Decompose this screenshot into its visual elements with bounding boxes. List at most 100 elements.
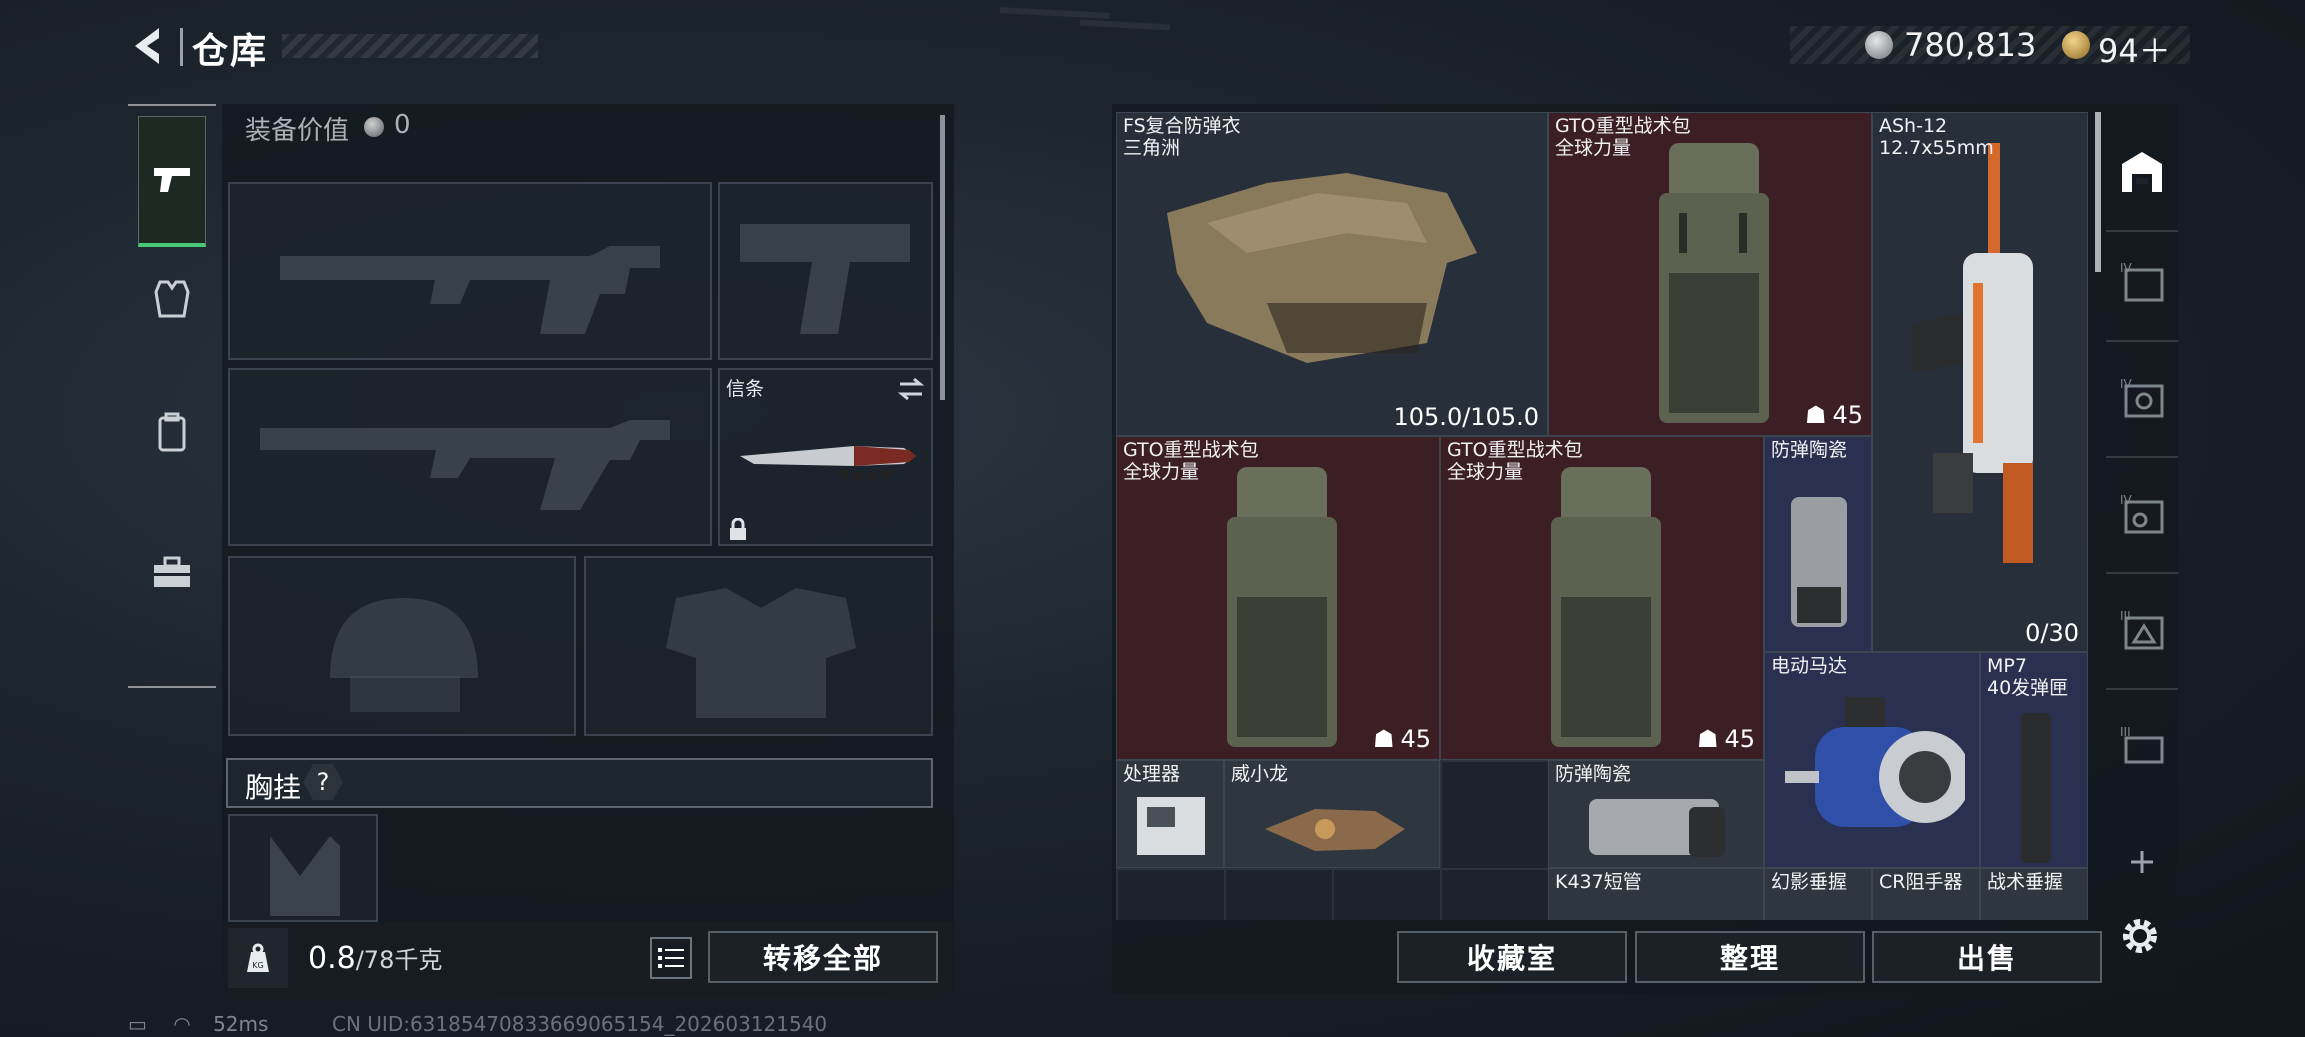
magazine-icon [2021, 713, 2051, 863]
category-armor[interactable] [128, 232, 216, 364]
stash-tab-iv-2[interactable]: IV [2114, 370, 2170, 426]
category-case[interactable] [128, 506, 216, 638]
loadout-scrollbar[interactable] [940, 115, 945, 400]
stash-tab-iii-1[interactable]: III [2114, 602, 2170, 658]
chest-rig-silhouette-icon [270, 836, 340, 916]
equip-value: 0 [394, 110, 411, 140]
stash-item-armor[interactable]: FS复合防弹衣 三角洲 105.0/105.0 [1116, 112, 1548, 436]
stash-item-electric-motor[interactable]: 电动马达 [1764, 652, 1980, 868]
stash-item-backpack[interactable]: GTO重型战术包 全球力量 ☗ 45 [1548, 112, 1872, 436]
storage-box-icon: IV [2120, 261, 2164, 302]
tab-divider [2106, 688, 2178, 690]
token-amount[interactable]: 94＋ [2098, 26, 2171, 72]
lock-icon [730, 518, 746, 540]
chest-rig-slot[interactable] [228, 814, 378, 922]
warehouse-icon [2122, 152, 2162, 192]
item-name: ASh-12 12.7x55mm [1879, 115, 1994, 159]
stash-scrollbar[interactable] [2095, 112, 2101, 272]
backpack-icon [1659, 143, 1769, 423]
category-weapons[interactable] [138, 116, 206, 247]
storage-box-icon: IV [2120, 377, 2164, 418]
helmet-badge-icon: ☗ [1804, 401, 1827, 429]
item-capacity: ☗ 45 [1804, 401, 1863, 429]
collection-room-button[interactable]: 收藏室 [1397, 931, 1627, 983]
transfer-all-button[interactable]: 转移全部 [708, 931, 938, 983]
stash-tab-iii-2[interactable]: III [2114, 718, 2170, 774]
item-name: GTO重型战术包 全球力量 [1555, 115, 1691, 159]
storage-box-icon: III [2120, 609, 2164, 650]
ping-value: 52ms [213, 1012, 269, 1036]
list-icon [658, 948, 684, 968]
stash-item-processor[interactable]: 处理器 [1116, 760, 1224, 868]
helmet-badge-icon: ☗ [1372, 725, 1395, 753]
title-divider [180, 28, 183, 66]
weight-value: 0.8 [308, 941, 356, 976]
stash-tab-iv-3[interactable]: IV [2114, 486, 2170, 542]
list-view-button[interactable] [650, 937, 692, 979]
svg-text:III: III [2120, 609, 2131, 623]
armor-silhouette-icon [666, 588, 856, 718]
tab-divider [2106, 572, 2178, 574]
stash-item-grip[interactable]: 战术垂握 [1980, 868, 2088, 920]
electric-motor-icon [1785, 697, 1965, 827]
stash-item-muzzle[interactable]: CR阻手器 [1872, 868, 1980, 920]
stash-item-ceramic-plate[interactable]: 防弹陶瓷 [1548, 760, 1764, 868]
weight-capacity: /78千克 [355, 946, 443, 974]
equip-value-label: 装备价值 [245, 116, 350, 146]
stash-grid: FS复合防弹衣 三角洲 105.0/105.0 GTO重型战术包 全球力量 ☗ 4… [1116, 112, 2088, 920]
item-name: 威小龙 [1231, 763, 1289, 785]
svg-text:IV: IV [2120, 377, 2133, 391]
money-amount: 780,813 [1904, 26, 2037, 64]
item-ammo: 0/30 [2025, 619, 2079, 647]
item-name: K437短管 [1555, 871, 1642, 893]
coin-icon [364, 117, 384, 137]
toolbox-icon [154, 556, 190, 587]
back-arrow-icon[interactable] [125, 22, 173, 70]
stash-item-backpack[interactable]: GTO重型战术包 全球力量 ☗ 45 [1440, 436, 1764, 760]
stash-tab-iv-1[interactable]: IV [2114, 254, 2170, 310]
sort-button[interactable]: 整理 [1635, 931, 1865, 983]
title-decor [282, 34, 538, 58]
storage-box-icon: III [2120, 725, 2164, 764]
swap-icon[interactable] [896, 376, 926, 402]
storage-box-icon: IV [2120, 493, 2164, 534]
stash-item-magazine[interactable]: MP7 40发弹匣 [1980, 652, 2088, 868]
vest-icon [154, 280, 190, 318]
pistol-silhouette-icon [740, 224, 910, 334]
stash-item-figurine[interactable]: 威小龙 [1224, 760, 1440, 868]
helmet-slot[interactable] [228, 556, 576, 736]
stash-tab-home[interactable] [2114, 144, 2170, 200]
tab-divider [2106, 340, 2178, 342]
primary-weapon-slot[interactable] [228, 182, 712, 360]
carry-weight: 0.8/78千克 [308, 940, 442, 976]
item-durability: 105.0/105.0 [1393, 403, 1540, 431]
ceramic-plate-icon [1589, 799, 1725, 857]
backpack-icon [1551, 467, 1661, 747]
knife-icon [740, 446, 916, 481]
stash-item-barrel[interactable]: K437短管 [1548, 868, 1764, 920]
settings-button[interactable] [2118, 914, 2162, 962]
plus-icon [2131, 851, 2153, 873]
item-name: GTO重型战术包 全球力量 [1123, 439, 1259, 483]
dragon-figurine-icon [1265, 809, 1405, 851]
category-rail [128, 104, 216, 688]
stash-item-rifle[interactable]: ASh-12 12.7x55mm 0/30 [1872, 112, 2088, 652]
sidearm-slot[interactable] [718, 182, 933, 360]
item-name: MP7 40发弹匣 [1987, 655, 2069, 699]
item-capacity: ☗ 45 [1372, 725, 1431, 753]
item-name: GTO重型战术包 全球力量 [1447, 439, 1583, 483]
stash-item-backpack[interactable]: GTO重型战术包 全球力量 ☗ 45 [1116, 436, 1440, 760]
sell-button[interactable]: 出售 [1872, 931, 2102, 983]
melee-slot[interactable]: 信条 [718, 368, 933, 546]
svg-text:III: III [2120, 725, 2131, 739]
category-backpack[interactable] [128, 366, 216, 498]
add-stash-button[interactable] [2114, 834, 2170, 890]
body-armor-slot[interactable] [584, 556, 933, 736]
secondary-weapon-slot[interactable] [228, 368, 712, 546]
user-uid: CN UID:631854708336690651​54_20260312154… [332, 1012, 828, 1036]
weight-icon: KG [228, 928, 288, 988]
battery-icon: ▭ [128, 1012, 147, 1036]
status-bar: ▭ ◠ 52ms [128, 1012, 268, 1036]
stash-item-ceramic-plate[interactable]: 防弹陶瓷 [1764, 436, 1872, 652]
stash-item-grip[interactable]: 幻影垂握 [1764, 868, 1872, 920]
